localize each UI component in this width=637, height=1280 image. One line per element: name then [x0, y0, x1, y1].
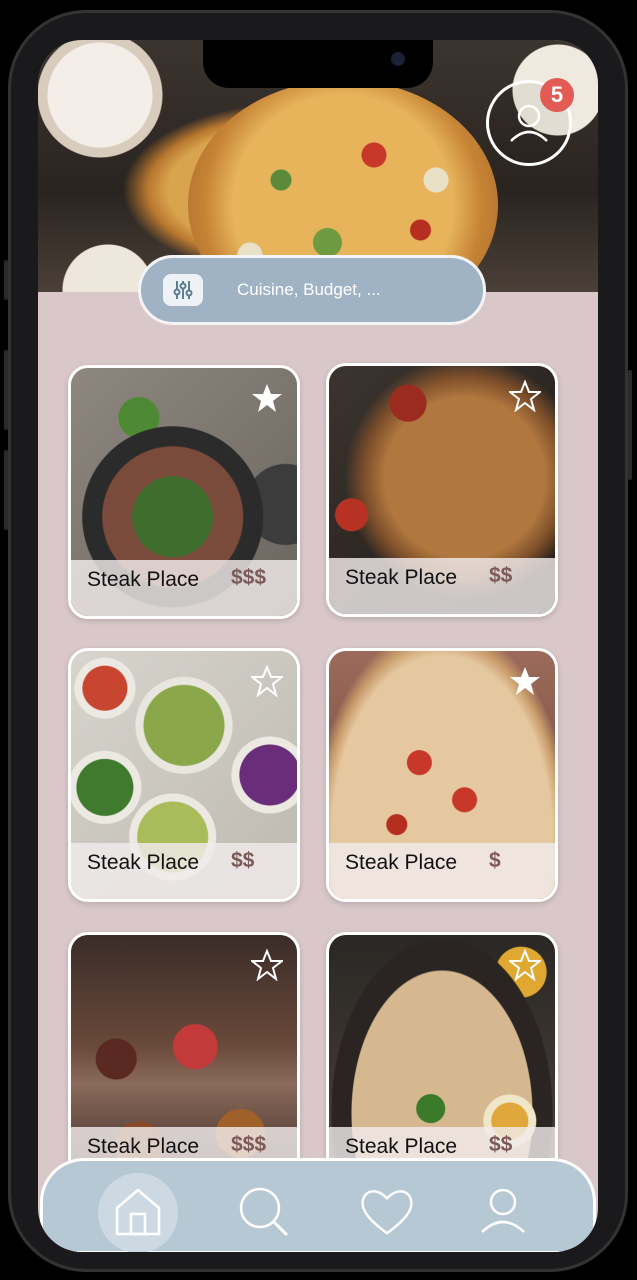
mute-switch — [4, 260, 8, 300]
restaurant-price: $ — [489, 849, 501, 872]
restaurant-name: Steak Place — [87, 1135, 200, 1158]
restaurant-name: Steak Place — [87, 851, 200, 874]
search-placeholder[interactable]: Cuisine, Budget, ... — [237, 280, 381, 300]
restaurant-name: Steak Place — [87, 568, 200, 591]
nav-search-button[interactable] — [235, 1183, 291, 1239]
restaurant-name: Steak Place — [345, 851, 458, 874]
restaurant-name: Steak Place — [345, 566, 458, 589]
heart-icon — [361, 1190, 413, 1235]
restaurant-price: $$ — [231, 849, 255, 872]
restaurant-price: $$ — [489, 564, 513, 587]
restaurant-card[interactable]: Steak Place $$$ — [68, 932, 300, 1186]
nav-favorites-button[interactable] — [359, 1183, 415, 1239]
bottom-nav-bar — [40, 1158, 596, 1252]
restaurant-card[interactable]: Steak Place $$$ — [68, 365, 300, 619]
search-icon — [239, 1187, 288, 1236]
restaurant-name: Steak Place — [345, 1135, 458, 1158]
restaurant-card[interactable]: Steak Place $$ — [326, 932, 558, 1186]
home-icon — [115, 1188, 161, 1236]
restaurant-price: $$$ — [231, 566, 267, 589]
star-outline-icon[interactable] — [509, 380, 541, 412]
notification-badge: 5 — [540, 78, 574, 112]
sliders-icon — [173, 281, 193, 299]
volume-up-button — [4, 350, 8, 430]
camera-icon — [391, 52, 405, 66]
filter-button[interactable] — [163, 274, 203, 306]
star-filled-icon[interactable] — [251, 382, 283, 414]
volume-down-button — [4, 450, 8, 530]
restaurant-price: $$ — [489, 1133, 513, 1156]
search-bar[interactable]: Cuisine, Budget, ... — [138, 255, 486, 325]
star-filled-icon[interactable] — [509, 665, 541, 697]
restaurant-price: $$$ — [231, 1133, 267, 1156]
star-outline-icon[interactable] — [251, 665, 283, 697]
app-screen: 5 Cuisine, Budget, ... Steak Place $$$ S… — [38, 40, 598, 1252]
star-outline-icon[interactable] — [251, 949, 283, 981]
restaurant-card[interactable]: Steak Place $ — [326, 648, 558, 902]
restaurant-card[interactable]: Steak Place $$ — [68, 648, 300, 902]
star-outline-icon[interactable] — [509, 949, 541, 981]
nav-profile-button[interactable] — [475, 1183, 531, 1239]
power-button — [628, 370, 632, 480]
phone-notch — [203, 40, 433, 88]
nav-home-button[interactable] — [110, 1183, 166, 1239]
profile-icon — [481, 1188, 525, 1233]
restaurant-card[interactable]: Steak Place $$ — [326, 363, 558, 617]
